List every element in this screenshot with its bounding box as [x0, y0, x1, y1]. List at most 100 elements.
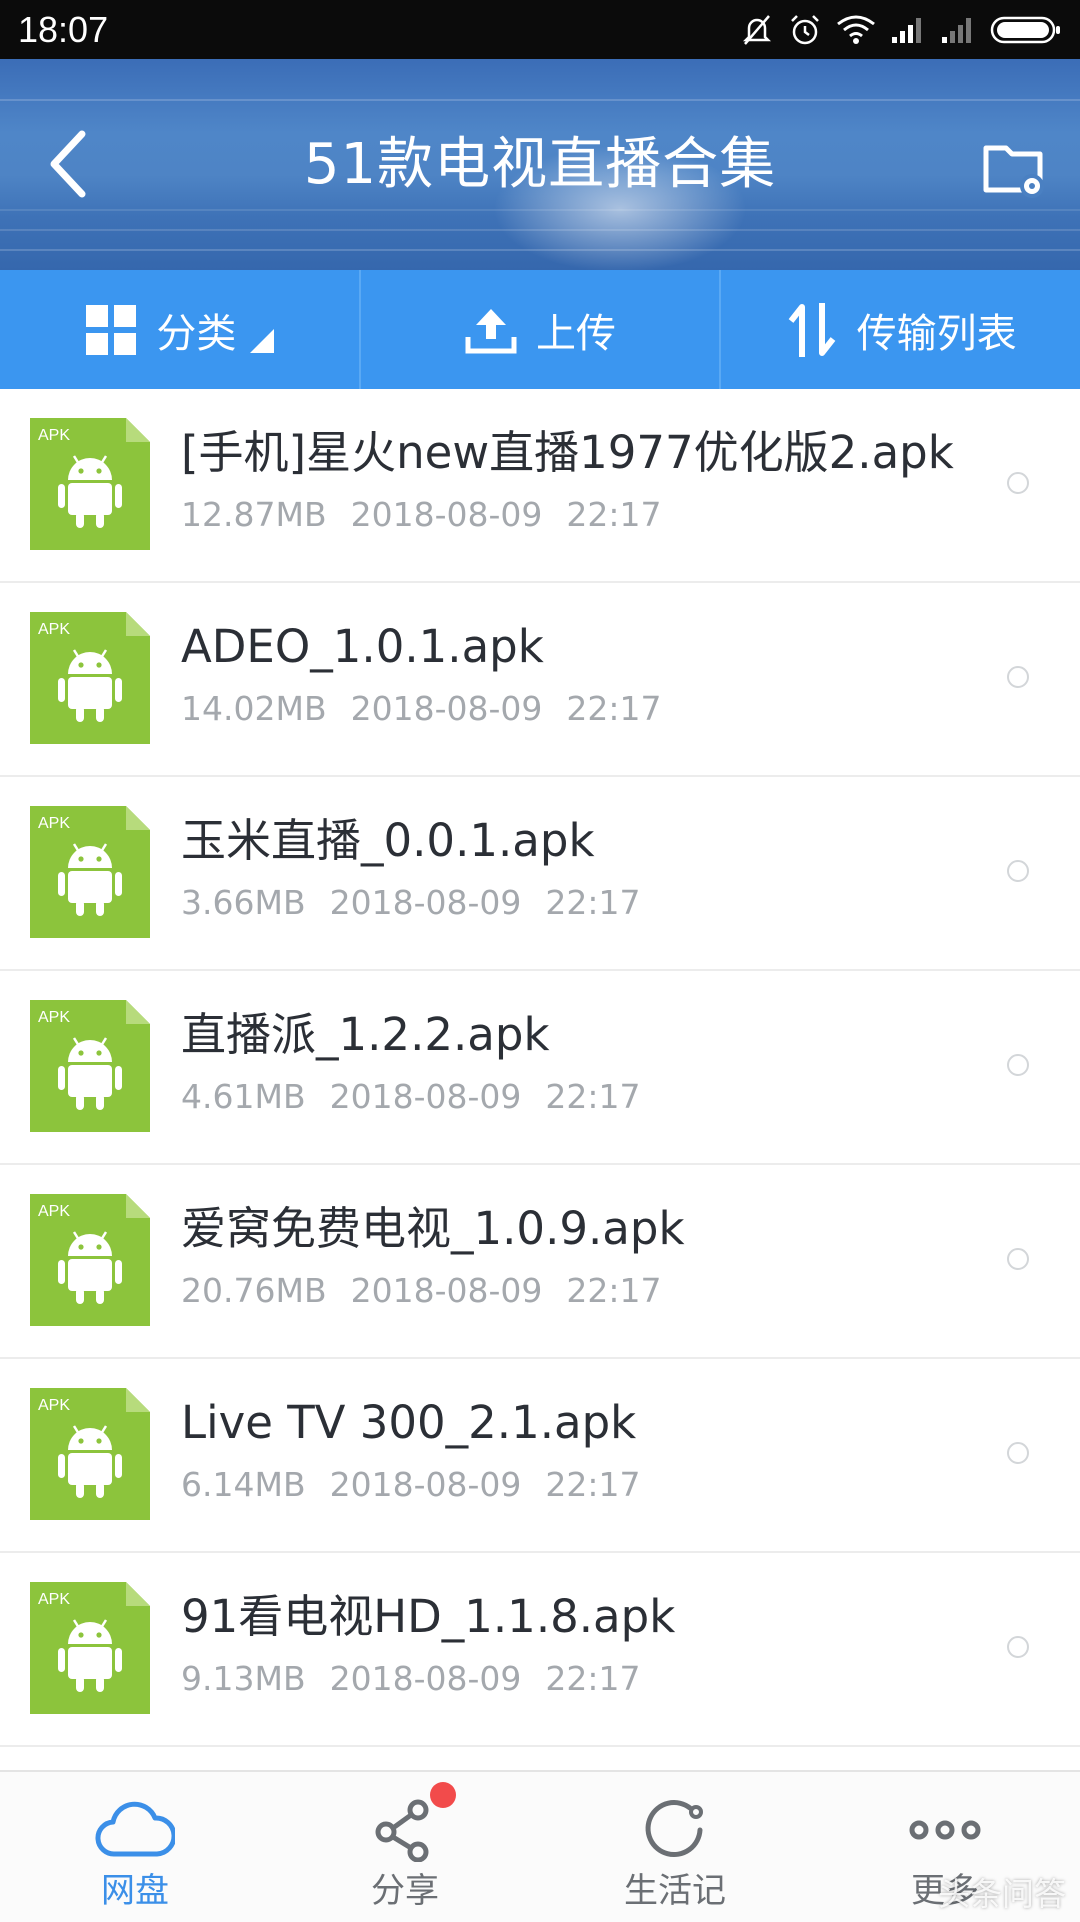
file-row[interactable]: APK 爱窝免费电视_1.0.9.apk 20.76MB 2018-08-09 22… — [0, 1165, 1080, 1359]
file-name: [手机]星火new直播1977优化版2.apk — [181, 426, 954, 479]
select-radio[interactable] — [1007, 666, 1029, 688]
file-time: 22:17 — [566, 689, 662, 728]
file-size: 14.02MB — [181, 689, 327, 728]
status-icons — [740, 8, 1062, 52]
file-time: 22:17 — [566, 1271, 662, 1310]
upload-button[interactable]: 上传 — [358, 270, 720, 389]
file-name: 爱窝免费电视_1.0.9.apk — [181, 1202, 685, 1255]
file-size: 20.76MB — [181, 1271, 327, 1310]
wifi-icon — [837, 15, 875, 44]
grid-icon — [86, 304, 137, 355]
file-meta: 14.02MB 2018-08-09 22:17 — [181, 687, 661, 731]
transfer-icon — [788, 302, 836, 357]
watermark: 头条问答 — [937, 1875, 1066, 1913]
apk-file-icon: APK — [30, 612, 150, 744]
select-radio[interactable] — [1007, 1248, 1029, 1270]
file-meta: 6.14MB 2018-08-09 22:17 — [181, 1463, 640, 1507]
nav-item-life-log[interactable]: 生活记 — [540, 1772, 810, 1922]
refresh-circle-icon — [645, 1800, 703, 1857]
nav-item-share[interactable]: 分享 — [270, 1772, 540, 1922]
status-bar: 18:07 — [0, 0, 1080, 59]
svg-text:APK: APK — [38, 1009, 70, 1026]
apk-file-icon: APK — [30, 1000, 150, 1132]
signal-icon — [942, 18, 971, 43]
transfer-label: 传输列表 — [856, 310, 1017, 357]
file-size: 9.13MB — [181, 1659, 306, 1698]
svg-text:APK: APK — [38, 621, 70, 638]
upload-label: 上传 — [536, 310, 616, 357]
file-size: 3.66MB — [181, 883, 306, 922]
select-radio[interactable] — [1007, 1054, 1029, 1076]
nav-item-cloud-drive[interactable]: 网盘 — [0, 1772, 270, 1922]
file-date: 2018-08-09 — [329, 1465, 522, 1504]
svg-text:APK: APK — [38, 1591, 70, 1608]
file-row[interactable]: APK [手机]星火new直播1977优化版2.apk 12.87MB 2018-… — [0, 389, 1080, 583]
nav-label: 生活记 — [624, 1871, 726, 1911]
file-list: APK [手机]星火new直播1977优化版2.apk 12.87MB 2018-… — [0, 389, 1080, 1747]
select-radio[interactable] — [1007, 1636, 1029, 1658]
file-size: 4.61MB — [181, 1077, 306, 1116]
upload-icon — [465, 308, 517, 353]
cloud-icon — [95, 1801, 175, 1857]
file-time: 22:17 — [545, 1077, 641, 1116]
file-name: 91看电视HD_1.1.8.apk — [181, 1590, 676, 1643]
file-date: 2018-08-09 — [350, 495, 543, 534]
file-time: 22:17 — [545, 1465, 641, 1504]
file-row[interactable]: APK ADEO_1.0.1.apk 14.02MB 2018-08-09 22:1… — [0, 583, 1080, 777]
file-name: 直播派_1.2.2.apk — [181, 1008, 550, 1061]
header-banner: 51款电视直播合集 — [0, 59, 1080, 270]
file-time: 22:17 — [566, 495, 662, 534]
file-name: Live TV 300_2.1.apk — [181, 1396, 637, 1449]
file-meta: 9.13MB 2018-08-09 22:17 — [181, 1657, 640, 1701]
status-time: 18:07 — [18, 9, 109, 50]
category-button[interactable]: 分类 — [0, 270, 359, 389]
page-title: 51款电视直播合集 — [303, 132, 777, 197]
file-date: 2018-08-09 — [329, 1077, 522, 1116]
apk-file-icon: APK — [30, 1582, 150, 1714]
file-name: ADEO_1.0.1.apk — [181, 620, 544, 673]
file-time: 22:17 — [545, 883, 641, 922]
file-meta: 3.66MB 2018-08-09 22:17 — [181, 881, 640, 925]
select-radio[interactable] — [1007, 472, 1029, 494]
file-meta: 20.76MB 2018-08-09 22:17 — [181, 1269, 661, 1313]
file-size: 6.14MB — [181, 1465, 306, 1504]
file-meta: 4.61MB 2018-08-09 22:17 — [181, 1075, 640, 1119]
nav-label: 分享 — [371, 1871, 439, 1911]
apk-file-icon: APK — [30, 1388, 150, 1520]
svg-text:APK: APK — [38, 427, 70, 444]
apk-file-icon: APK — [30, 1194, 150, 1326]
transfer-list-button[interactable]: 传输列表 — [719, 270, 1080, 389]
file-date: 2018-08-09 — [350, 689, 543, 728]
file-row[interactable]: APK 91看电视HD_1.1.8.apk 9.13MB 2018-08-09 22… — [0, 1553, 1080, 1747]
more-dots-icon — [909, 1820, 981, 1840]
alarm-icon — [791, 15, 819, 45]
select-radio[interactable] — [1007, 1442, 1029, 1464]
select-radio[interactable] — [1007, 860, 1029, 882]
signal-icon — [892, 18, 921, 43]
share-icon — [375, 1799, 429, 1862]
folder-settings-icon[interactable] — [980, 134, 1050, 204]
svg-text:APK: APK — [38, 815, 70, 832]
bell-muted-icon — [742, 15, 772, 45]
svg-text:APK: APK — [38, 1203, 70, 1220]
file-date: 2018-08-09 — [329, 1659, 522, 1698]
nav-label: 网盘 — [101, 1871, 169, 1911]
svg-text:APK: APK — [38, 1397, 70, 1414]
bottom-nav: 网盘 分享 生活记 更多 头条问答 — [0, 1770, 1080, 1922]
file-row[interactable]: APK 玉米直播_0.0.1.apk 3.66MB 2018-08-09 22:17 — [0, 777, 1080, 971]
file-row[interactable]: APK Live TV 300_2.1.apk 6.14MB 2018-08-09… — [0, 1359, 1080, 1553]
file-size: 12.87MB — [181, 495, 327, 534]
battery-icon — [990, 16, 1060, 44]
category-label: 分类 — [156, 310, 237, 357]
action-toolbar: 分类 上传 传输列表 — [0, 270, 1080, 389]
notification-badge — [430, 1782, 456, 1808]
file-date: 2018-08-09 — [329, 883, 522, 922]
apk-file-icon: APK — [30, 806, 150, 938]
file-name: 玉米直播_0.0.1.apk — [181, 814, 595, 867]
file-date: 2018-08-09 — [350, 1271, 543, 1310]
file-time: 22:17 — [545, 1659, 641, 1698]
file-row[interactable]: APK 直播派_1.2.2.apk 4.61MB 2018-08-09 22:17 — [0, 971, 1080, 1165]
caret-icon — [250, 328, 275, 353]
file-meta: 12.87MB 2018-08-09 22:17 — [181, 493, 661, 537]
apk-file-icon: APK — [30, 418, 150, 550]
